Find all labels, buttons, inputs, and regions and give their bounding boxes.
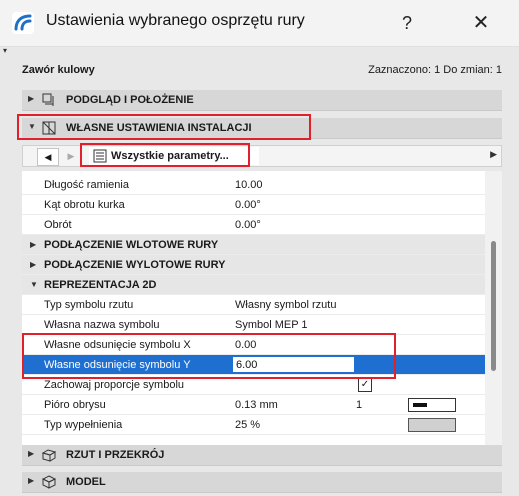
highlight-box [17,114,311,140]
expand-arrow-icon[interactable]: ▶ [28,94,34,103]
group-label: REPREZENTACJA 2D [44,279,157,291]
keep-proportion-checkbox[interactable]: ✓ [358,378,372,392]
table-row[interactable]: Kąt obrotu kurka 0.00° [22,195,485,215]
table-row[interactable]: Własna nazwa symbolu Symbol MEP 1 [22,315,485,335]
group-label: PODŁĄCZENIE WYLOTOWE RURY [44,259,226,271]
model-cube-icon [42,475,56,489]
param-value[interactable]: Własny symbol rzutu [235,299,336,311]
param-value[interactable]: 0.13 mm [235,399,278,411]
parameter-table: Długość ramienia 10.00 Kąt obrotu kurka … [22,171,485,449]
help-button[interactable]: ? [394,10,420,36]
highlight-box [80,143,250,167]
group-rep2d[interactable]: ▼ REPREZENTACJA 2D [22,275,485,295]
section-label: RZUT I PRZEKRÓJ [66,449,165,461]
param-label: Kąt obrotu kurka [44,199,125,211]
param-value[interactable]: 0.00° [235,199,261,211]
selection-info: Zaznaczono: 1 Do zmian: 1 [368,64,502,76]
pen-index[interactable]: 1 [356,399,362,411]
section-label: PODGLĄD I POŁOŻENIE [66,94,194,106]
section-preview[interactable]: ▶ PODGLĄD I POŁOŻENIE [22,90,502,111]
param-value[interactable]: Symbol MEP 1 [235,319,308,331]
param-label: Pióro obrysu [44,399,106,411]
plan-section-icon [42,449,56,462]
preview-position-icon [42,93,54,106]
expand-arrow-icon[interactable]: ▶ [28,476,34,485]
highlight-box [22,333,396,379]
window-title: Ustawienia wybranego osprzętu rury [46,12,305,29]
group-inlet[interactable]: ▶ PODŁĄCZENIE WLOTOWE RURY [22,235,485,255]
table-row[interactable]: Obrót 0.00° [22,215,485,235]
table-row[interactable]: Długość ramienia 10.00 [22,175,485,195]
scrollbar[interactable] [485,171,502,449]
param-label: Długość ramienia [44,179,129,191]
collapse-arrow-icon[interactable]: ▼ [30,280,38,289]
table-row[interactable]: Typ wypełnienia 25 % [22,415,485,435]
pen-line [413,403,427,407]
forward-button[interactable]: ▶ [63,148,79,164]
group-label: PODŁĄCZENIE WLOTOWE RURY [44,239,219,251]
section-label: MODEL [66,476,106,488]
table-row[interactable]: Pióro obrysu 0.13 mm 1 [22,395,485,415]
close-button[interactable]: ✕ [466,10,496,36]
collapse-marker-icon: ▾ [3,46,8,55]
param-label: Własna nazwa symbolu [44,319,160,331]
scroll-right-icon[interactable]: ▶ [490,149,497,160]
title-bar: Ustawienia wybranego osprzętu rury ? ✕ [0,0,519,47]
param-value[interactable]: 0.00° [235,219,261,231]
group-outlet[interactable]: ▶ PODŁĄCZENIE WYLOTOWE RURY [22,255,485,275]
fill-swatch[interactable] [408,418,456,432]
param-label: Typ symbolu rzutu [44,299,134,311]
archicad-logo-icon [12,12,34,34]
param-label: Obrót [44,219,72,231]
param-label: Zachowaj proporcje symbolu [44,379,185,391]
expand-arrow-icon[interactable]: ▶ [30,260,36,269]
expand-arrow-icon[interactable]: ▶ [30,240,36,249]
scrollbar-thumb[interactable] [491,241,496,371]
param-value[interactable]: 25 % [235,419,260,431]
param-label: Typ wypełnienia [44,419,123,431]
pen-swatch[interactable] [408,398,456,412]
section-model[interactable]: ▶ MODEL [22,472,502,493]
param-value[interactable]: 10.00 [235,179,263,191]
dialog-body: Zawór kulowy Zaznaczono: 1 Do zmian: 1 ▶… [10,47,509,496]
table-row[interactable]: Typ symbolu rzutu Własny symbol rzutu [22,295,485,315]
element-name: Zawór kulowy [22,64,95,76]
expand-arrow-icon[interactable]: ▶ [28,449,34,458]
section-plan-section[interactable]: ▶ RZUT I PRZEKRÓJ [22,445,502,466]
back-button[interactable]: ◀ [37,148,59,166]
